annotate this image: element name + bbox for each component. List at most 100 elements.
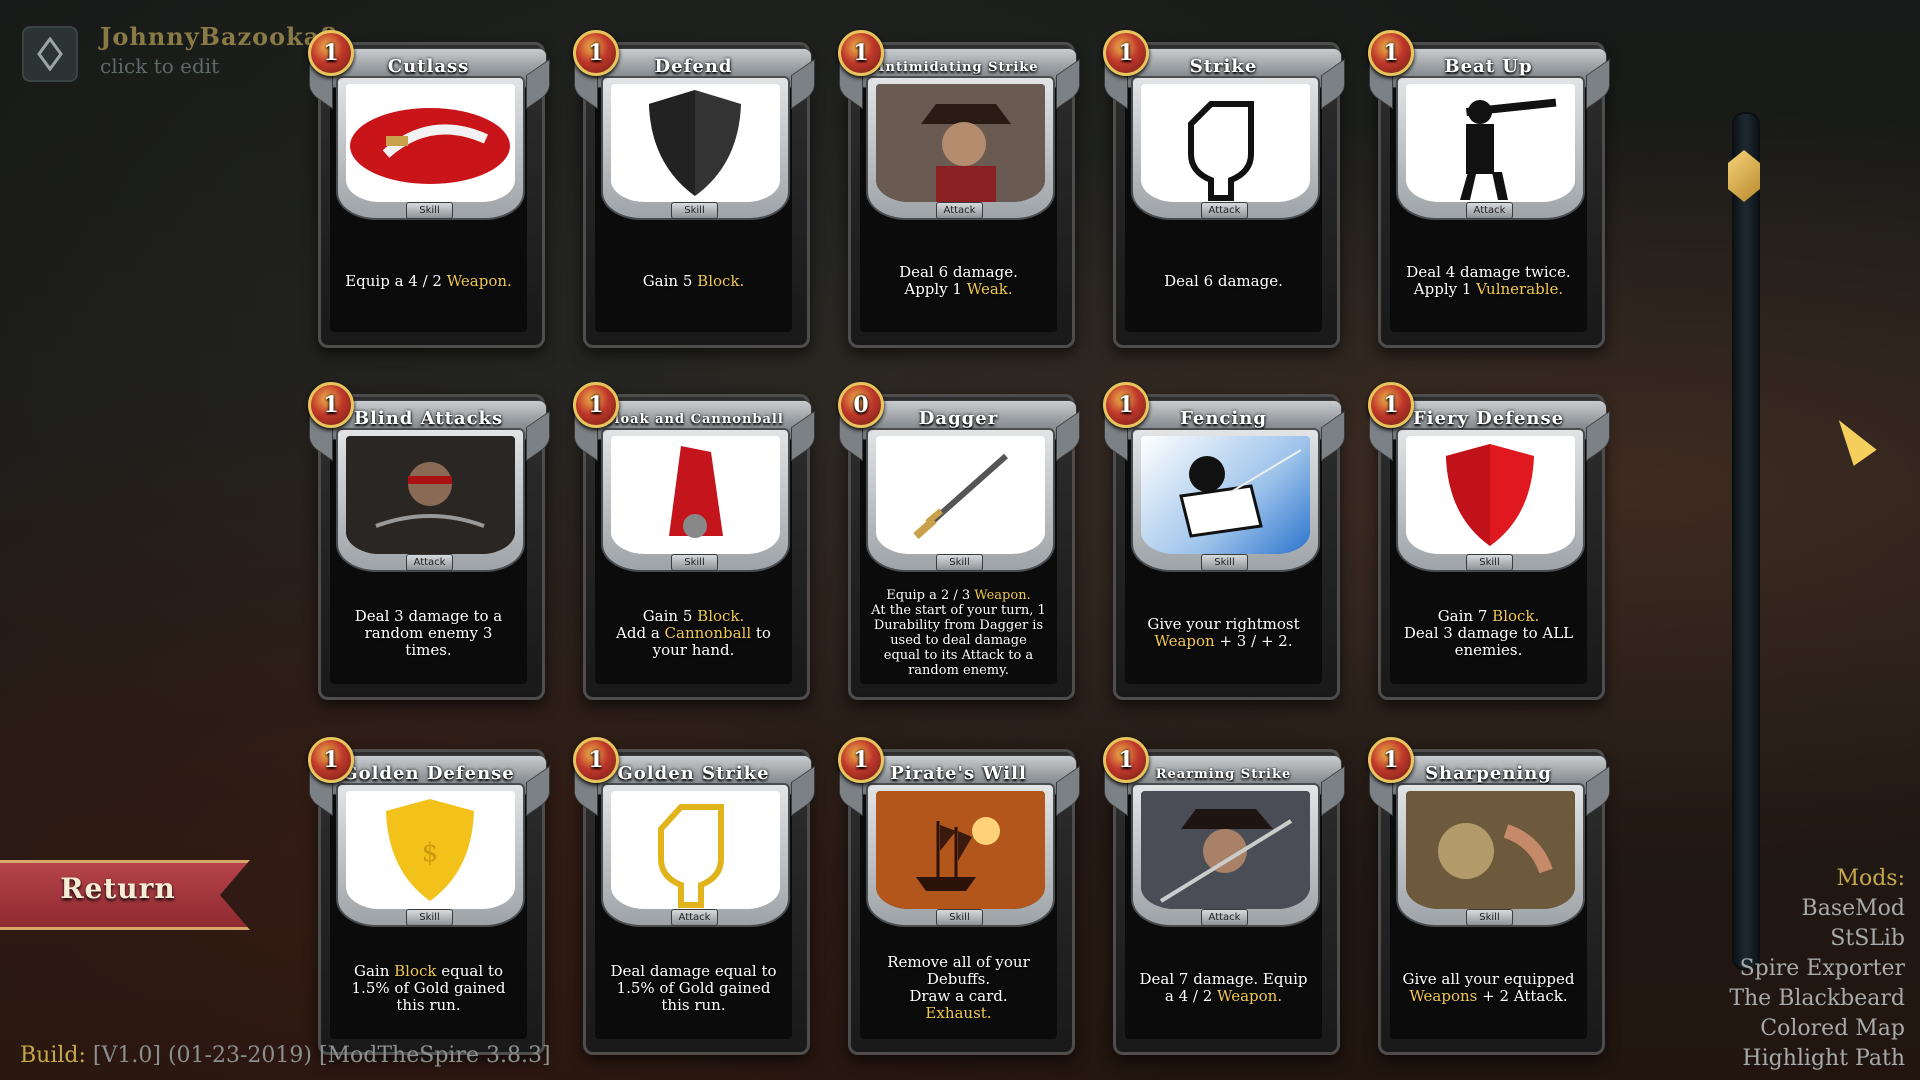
card-art-frame xyxy=(601,76,790,220)
pirate-icon xyxy=(876,84,1045,202)
card-description: Gain 5 Block. Add a Cannonball to your ha… xyxy=(605,578,782,688)
card-title: Pirate's Will xyxy=(890,763,1027,784)
card-type-tag: Skill xyxy=(1466,554,1513,571)
card-art-frame xyxy=(601,428,790,572)
card-art-frame xyxy=(1396,783,1585,927)
card-art-frame xyxy=(1131,76,1320,220)
card-title: Fiery Defense xyxy=(1412,408,1565,429)
description-text: Equip a 2 / 3 xyxy=(886,588,975,603)
card-intimidating-strike[interactable]: Intimidating Strike Attack Deal 6 damage. A… xyxy=(836,28,1081,348)
energy-cost-icon: 1 xyxy=(1368,382,1414,428)
card-type-tag: Attack xyxy=(406,554,453,571)
card-art-frame xyxy=(866,783,1055,927)
card-rearming-strike[interactable]: Rearming Strike Attack Deal 7 damage. Equi… xyxy=(1101,735,1346,1055)
mod-item: Highlight Path xyxy=(1742,1046,1905,1071)
card-blind-attacks[interactable]: Blind Attacks Attack Deal 3 damage to a ra… xyxy=(306,380,551,700)
card-pirate-s-will[interactable]: Pirate's Will Skill Remove all of your Deb… xyxy=(836,735,1081,1055)
card-description: Deal 6 damage. Apply 1 Weak. xyxy=(870,226,1047,336)
blind-icon xyxy=(346,436,515,554)
energy-cost-icon: 1 xyxy=(1368,737,1414,783)
description-text: Give your rightmost xyxy=(1147,615,1300,633)
keyword: Weapon xyxy=(1154,632,1215,650)
card-art-frame: $ xyxy=(336,783,525,927)
card-description: Gain 5 Block. xyxy=(605,226,782,336)
energy-cost-icon: 1 xyxy=(308,382,354,428)
scrollbar[interactable] xyxy=(1726,112,1762,970)
return-button-label: Return xyxy=(60,872,176,905)
card-title: Intimidating Strike xyxy=(878,60,1039,75)
energy-cost-icon: 0 xyxy=(838,382,884,428)
card-fencing[interactable]: Fencing Skill Give your rightmost Weapon + … xyxy=(1101,380,1346,700)
card-description-line: Remove all of your Debuffs. xyxy=(870,954,1047,988)
dagger-icon xyxy=(876,436,1045,554)
card-beat-up[interactable]: Beat Up Attack Deal 4 damage twice. Apply 1… xyxy=(1366,28,1611,348)
card-description-line: Apply 1 Vulnerable. xyxy=(1414,281,1563,298)
card-type-tag: Skill xyxy=(671,554,718,571)
card-golden-strike[interactable]: Golden Strike Attack Deal damage equal to … xyxy=(571,735,816,1055)
description-text: Gain 7 xyxy=(1437,606,1493,625)
card-grid: Cutlass Skill Equip a 4 / 2 Weapon. 1 Defend… xyxy=(0,0,1920,1080)
keyword: Block xyxy=(394,961,437,980)
energy-cost-icon: 1 xyxy=(838,737,884,783)
card-art-frame xyxy=(1396,76,1585,220)
card-description-line: Add a Cannonball to your hand. xyxy=(605,624,782,659)
cutlass-icon xyxy=(346,84,515,202)
build-label: Build: xyxy=(20,1043,86,1068)
keyword: Vulnerable. xyxy=(1476,280,1564,298)
card-description-line: Give your rightmost xyxy=(1147,616,1299,633)
card-description-line: Exhaust. xyxy=(925,1005,991,1022)
build-info: Build: [V1.0] (01-23-2019) [ModTheSpire … xyxy=(20,1043,551,1068)
description-text: Gain 5 xyxy=(642,606,698,625)
card-title: Defend xyxy=(654,56,733,77)
card-art-frame xyxy=(601,783,790,927)
keyword: Block. xyxy=(1492,606,1540,625)
energy-cost-icon: 1 xyxy=(1103,382,1149,428)
card-title: Beat Up xyxy=(1444,56,1533,77)
card-description-line: Deal damage equal to 1.5% of Gold gained… xyxy=(605,962,782,1014)
card-description: Equip a 4 / 2 Weapon. xyxy=(340,226,517,336)
description-text: Deal 6 damage. xyxy=(1164,271,1283,290)
card-type-tag: Skill xyxy=(671,202,718,219)
card-fiery-defense[interactable]: Fiery Defense Skill Gain 7 Block. Deal 3 da… xyxy=(1366,380,1611,700)
mods-list: Mods: BaseMod StSLib Spire Exporter The … xyxy=(1729,864,1905,1074)
card-description-line: Equip a 2 / 3 Weapon. xyxy=(886,588,1030,603)
card-description-line: Gain 5 Block. xyxy=(642,606,745,625)
card-description: Gain 7 Block. Deal 3 damage to ALL enemie… xyxy=(1400,578,1577,688)
card-sharpening[interactable]: Sharpening Skill Give all your equipped We… xyxy=(1366,735,1611,1055)
keyword: Weapons xyxy=(1409,987,1478,1005)
energy-cost-icon: 1 xyxy=(1103,30,1149,76)
description-text: Remove all of your Debuffs. xyxy=(887,953,1030,988)
card-description: Equip a 2 / 3 Weapon. At the start of you… xyxy=(870,578,1047,688)
card-cutlass[interactable]: Cutlass Skill Equip a 4 / 2 Weapon. 1 xyxy=(306,28,551,348)
scrollbar-track[interactable] xyxy=(1732,112,1760,970)
card-strike[interactable]: Strike Attack Deal 6 damage. 1 xyxy=(1101,28,1346,348)
card-golden-defense[interactable]: $ Golden Defense Skill Gain Block equal to … xyxy=(306,735,551,1055)
description-text: Gain xyxy=(354,961,395,980)
card-cloak-and-cannonball[interactable]: Cloak and Cannonball Skill Gain 5 Block. Ad… xyxy=(571,380,816,700)
card-art-frame xyxy=(336,428,525,572)
card-title: Golden Strike xyxy=(617,763,770,784)
mod-item: Colored Map xyxy=(1760,1016,1905,1041)
mod-item: BaseMod xyxy=(1801,896,1905,921)
description-text: + 3 / + 2. xyxy=(1214,632,1293,650)
keyword: Weapon. xyxy=(446,271,512,290)
card-dagger[interactable]: Dagger Skill Equip a 2 / 3 Weapon. At the s… xyxy=(836,380,1081,700)
card-art-frame xyxy=(866,428,1055,572)
energy-cost-icon: 1 xyxy=(308,737,354,783)
mods-title: Mods: xyxy=(1836,866,1905,891)
card-type-tag: Skill xyxy=(406,202,453,219)
card-type-tag: Attack xyxy=(671,909,718,926)
card-title: Strike xyxy=(1189,56,1258,77)
card-description-line: At the start of your turn, 1 Durability … xyxy=(870,603,1047,678)
build-version: [V1.0] (01-23-2019) [ModTheSpire 3.8.3] xyxy=(92,1043,551,1068)
mod-item: StSLib xyxy=(1830,926,1905,951)
card-art-frame xyxy=(866,76,1055,220)
energy-cost-icon: 1 xyxy=(1103,737,1149,783)
card-description-line: Deal 6 damage. xyxy=(1164,271,1283,290)
card-defend[interactable]: Defend Skill Gain 5 Block. 1 xyxy=(571,28,816,348)
card-title: Golden Defense xyxy=(342,763,515,784)
energy-cost-icon: 1 xyxy=(1368,30,1414,76)
card-description-line: Gain Block equal to 1.5% of Gold gained … xyxy=(340,961,517,1014)
svg-text:$: $ xyxy=(422,838,439,868)
return-button[interactable]: Return xyxy=(0,854,268,930)
